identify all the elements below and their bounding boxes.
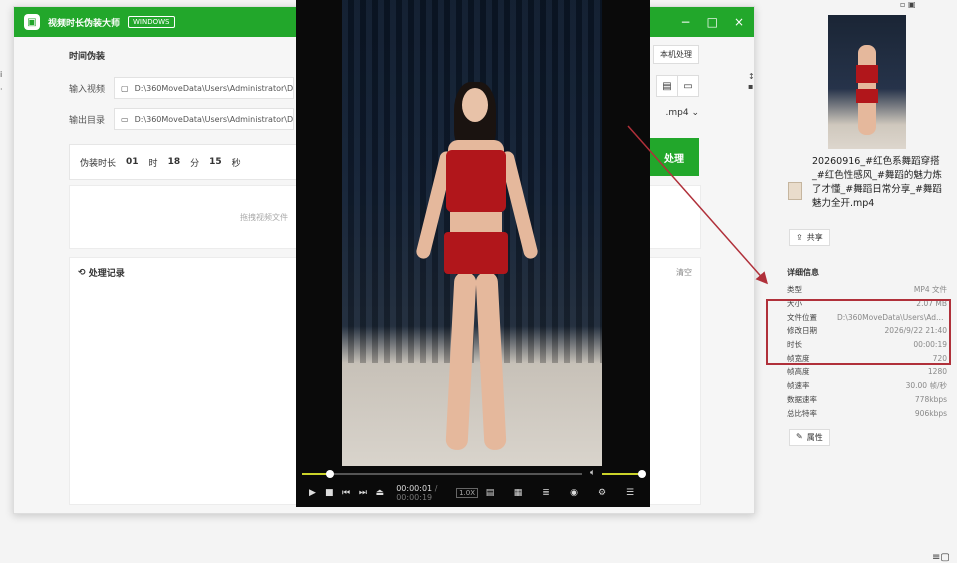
hours-field[interactable]: 01 [126,157,139,167]
file-icon: ▢ [121,83,129,93]
minutes-unit: 分 [190,158,200,169]
figure-head [462,88,488,122]
seconds-unit: 秒 [231,158,241,169]
output-path-field[interactable]: ▭ D:\360MoveData\Users\Administrator\Des… [114,108,294,130]
detail-row: 数据速率 778kbps [787,393,947,407]
seconds-field[interactable]: 15 [209,157,222,167]
detail-value: 30.00 帧/秒 [905,381,947,391]
input-path-text: D:\360MoveData\Users\Administrator\Deskt… [134,83,294,93]
detail-key: 数据速率 [787,394,817,404]
menu-icon[interactable]: ☰ [618,488,642,498]
duration-box: 伪装时长 01 时 18 分 15 秒 [69,144,299,180]
detail-value: 906kbps [914,408,947,418]
previous-icon[interactable]: ⏮︎ [338,488,355,498]
video-thumbnail [828,15,906,149]
seek-track [302,473,582,475]
folder-open-icon[interactable]: ▭ [677,75,699,97]
batch-button[interactable]: 本机处理 [653,45,699,64]
detail-row: 类型 MP4 文件 [787,283,947,297]
detail-row: 总比特率 906kbps [787,406,947,420]
clear-button[interactable]: 清空 [676,267,692,278]
hours-unit: 时 [148,158,158,169]
output-path-text: D:\360MoveData\Users\Administrator\Deskt… [134,114,294,124]
figure-red-shorts [444,232,508,274]
thumbnail-top [856,65,878,83]
player-right-controls: ▤ ▦ ≣ ◉ ⚙ ☰ [478,488,642,498]
format-value: .mp4 [665,108,689,118]
playlist-icon[interactable]: ≣ [534,488,558,498]
bottom-right-icon: ≡▢ [932,552,950,563]
player-controls: ▶ ■ ⏮︎ ⏭︎ ⏏︎ 00:00:01 / 00:00:19 1.0X ▤ … [296,480,650,506]
detail-row: 帧速率 30.00 帧/秒 [787,379,947,393]
input-path-field[interactable]: ▢ D:\360MoveData\Users\Administrator\Des… [114,77,294,99]
share-label: 共享 [806,233,823,242]
maximize-icon[interactable]: □ [707,15,718,29]
app-badge: WINDOWS [128,16,175,28]
chevron-down-icon: ⌄ [691,108,699,118]
volume-handle[interactable] [638,470,646,478]
record-icon[interactable]: ◉ [562,488,586,498]
minimize-icon[interactable]: − [681,15,691,29]
properties-label: 属性 [806,433,823,442]
output-row: 输出目录 ▭ D:\360MoveData\Users\Administrato… [69,108,294,130]
volume-icon[interactable]: 🔈︎ [590,468,595,478]
left-edge-fragment: i · [0,70,12,270]
detail-value: 778kbps [914,394,947,404]
screenshot-icon[interactable]: ▦ [506,488,530,498]
time-display: 00:00:01 / 00:00:19 [396,484,452,502]
seek-handle[interactable] [326,470,334,478]
output-label: 输出目录 [69,115,106,126]
play-icon[interactable]: ▶ [304,488,321,498]
left-fragment-glyph: i [0,70,3,79]
drop-hint: 拖拽视频文件 [240,212,288,222]
close-icon[interactable]: × [734,15,744,29]
figure-red-top [446,150,506,212]
video-file-icon[interactable]: ▤ [656,75,678,97]
app-logo-icon: ▣ [24,14,40,30]
mid-edge-fragment: ↕ ▪ [748,72,755,91]
detail-key: 帧速率 [787,381,810,391]
input-row: 输入视频 ▢ D:\360MoveData\Users\Administrato… [69,77,294,99]
detail-key: 帧高度 [787,367,810,377]
duration-label: 伪装时长 [80,158,117,169]
format-select[interactable]: .mp4 ⌄ [666,108,700,118]
seek-bar[interactable]: 🔈︎ [302,468,646,478]
video-file-type-icon [788,182,802,200]
settings-gear-icon[interactable]: ⚙ [590,488,614,498]
subtitle-icon[interactable]: ▤ [478,488,502,498]
current-time: 00:00:01 [396,484,433,493]
share-icon: ⇪ [796,233,803,242]
properties-button[interactable]: ✎ 属性 [789,429,830,446]
detail-row: 帧高度 1280 [787,365,947,379]
detail-value: 1280 [927,367,947,377]
history-icon: ⟲ [78,267,89,278]
top-right-fragment: ▫ ▣ [900,0,916,9]
detail-value: MP4 文件 [913,285,947,295]
detail-key: 总比特率 [787,408,817,418]
video-player: 🔈︎ ▶ ■ ⏮︎ ⏭︎ ⏏︎ 00:00:01 / 00:00:19 1.0X… [296,0,650,507]
minutes-field[interactable]: 18 [168,157,181,167]
speed-badge[interactable]: 1.0X [456,488,479,498]
section-title: 时间伪装 [69,52,106,62]
file-name: 20260916_#红色系舞蹈穿搭_#红色性感风_#舞蹈的魅力炼了才懂_#舞蹈日… [812,156,942,209]
detail-key: 类型 [787,285,802,295]
thumbnail-shorts [856,89,878,103]
eject-icon[interactable]: ⏏︎ [371,488,388,498]
details-title: 详细信息 [787,268,819,277]
input-label: 输入视频 [69,84,106,95]
history-title: 处理记录 [88,269,125,279]
app-title: 视频时长伪装大师 [48,18,121,29]
highlight-box [766,299,951,365]
next-icon[interactable]: ⏭︎ [355,488,372,498]
pencil-icon: ✎ [796,432,803,441]
folder-icon: ▭ [121,114,129,124]
share-button[interactable]: ⇪ 共享 [789,229,830,246]
start-button[interactable]: 处理 [649,138,699,176]
window-controls: − □ × [681,15,744,29]
video-frame[interactable] [342,0,602,466]
left-fragment-glyph: · [0,85,3,94]
stop-icon[interactable]: ■ [321,488,338,498]
